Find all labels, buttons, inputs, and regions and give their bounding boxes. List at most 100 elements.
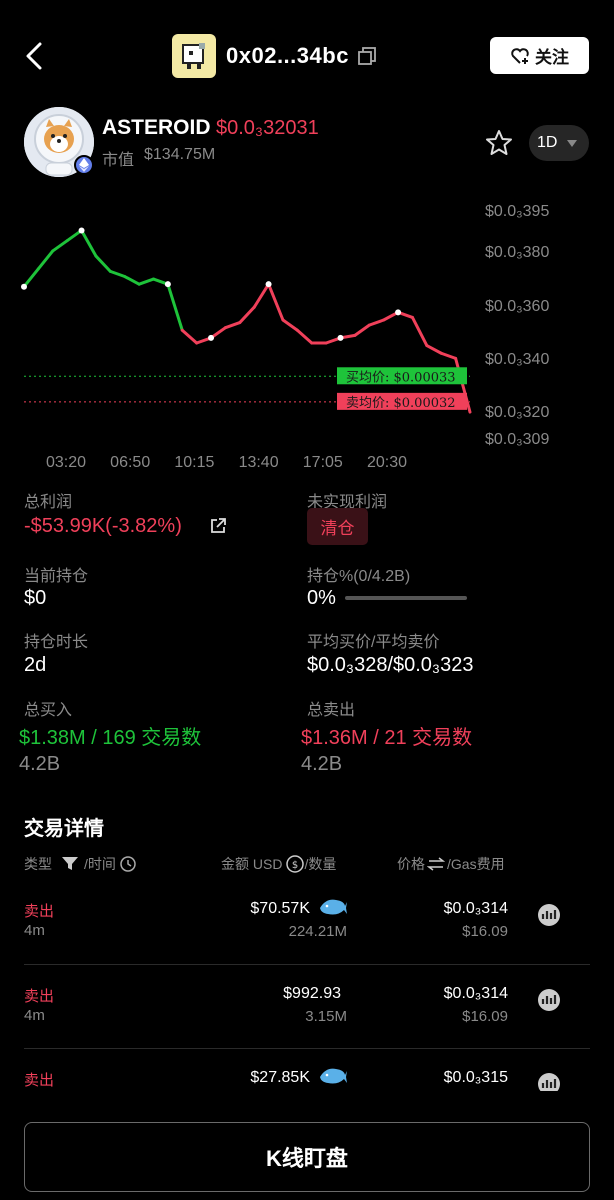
- price-line-segment: [281, 318, 299, 332]
- holding-label: 当前持仓: [24, 568, 89, 585]
- tx-explorer-icon[interactable]: [538, 904, 560, 926]
- avg-buy-tag: 买均价: $0.00033: [346, 370, 456, 385]
- price-line-segment: [108, 269, 127, 279]
- y-tick-label: $0.0₃395: [485, 203, 549, 220]
- trade-marker[interactable]: [164, 281, 171, 288]
- total-buy-value: $1.38M / 169 交易数: [19, 727, 202, 749]
- col-price-label: 价格: [397, 856, 425, 872]
- x-tick-label: 10:15: [174, 454, 214, 471]
- ethereum-chain-icon: [74, 155, 94, 175]
- token-price: $0.0₃32031: [216, 117, 319, 139]
- price-line-segment: [252, 282, 271, 309]
- follow-button[interactable]: 关注: [490, 37, 589, 74]
- price-line-segment: [123, 275, 141, 286]
- price-line-segment: [51, 239, 69, 253]
- price-line-segment: [267, 282, 285, 322]
- col-type-header[interactable]: 类型 /时间: [24, 854, 136, 874]
- chevron-down-icon: [567, 139, 578, 147]
- total-buy-qty: 4.2B: [19, 753, 61, 775]
- token-address: 0x02...34bc: [226, 43, 349, 68]
- tx-explorer-icon[interactable]: [538, 1073, 560, 1091]
- trade-price: $0.0₃314: [443, 985, 508, 1002]
- trade-side: 卖出: [24, 988, 55, 1005]
- kline-watch-button[interactable]: K线盯盘: [24, 1122, 590, 1192]
- trade-amount: $992.93: [283, 985, 341, 1002]
- trade-row[interactable]: 卖出 4m $70.57K 224.21M $0.0₃314 $16.09: [0, 880, 614, 962]
- price-line-segment: [238, 305, 256, 325]
- avg-sell-tag: 卖均价: $0.00032: [346, 396, 456, 411]
- price-line-segment: [166, 282, 184, 332]
- price-line-segment: [94, 254, 112, 273]
- holding-pct-value: 0%: [307, 587, 336, 609]
- heart-plus-icon: [511, 47, 529, 64]
- x-tick-label: 03:20: [46, 454, 86, 471]
- market-cap-label: 市值: [102, 152, 135, 169]
- total-sell-value: $1.36M / 21 交易数: [301, 727, 473, 749]
- price-line-segment: [439, 351, 458, 360]
- back-icon[interactable]: [22, 40, 52, 72]
- svg-text:$: $: [292, 860, 298, 871]
- total-profit-value: -$53.99K(-3.82%): [24, 515, 182, 537]
- share-icon[interactable]: [209, 517, 227, 540]
- trade-amount: $27.85K: [250, 1069, 310, 1086]
- trade-amount: $70.57K: [250, 900, 310, 917]
- clear-position-button[interactable]: 清仓: [307, 508, 368, 545]
- trade-marker[interactable]: [21, 283, 27, 290]
- token-header[interactable]: 0x02...34bc: [172, 34, 377, 78]
- star-icon[interactable]: [484, 128, 514, 158]
- price-chart[interactable]: $0.0₃395 $0.0₃380 $0.0₃360 $0.0₃340 $0.0₃320…: [0, 190, 614, 480]
- price-line-segment: [425, 344, 443, 355]
- top-bar: 0x02...34bc 关注: [0, 0, 614, 110]
- y-tick-label: $0.0₃360: [485, 298, 549, 315]
- swap-arrows-icon[interactable]: [427, 857, 445, 871]
- total-sell-label: 总卖出: [307, 702, 356, 719]
- price-line-segment: [295, 328, 314, 345]
- y-tick-label: $0.0₃320: [485, 404, 549, 421]
- price-line-segment: [180, 328, 199, 345]
- trade-side: 卖出: [24, 903, 55, 920]
- col-price-header[interactable]: 价格 /Gas费用: [397, 854, 505, 874]
- price-line-segment: [223, 321, 242, 330]
- price-line-segment: [367, 318, 386, 327]
- token-pixel-icon: [172, 34, 216, 78]
- trade-gas: $16.09: [462, 923, 508, 940]
- duration-label: 持仓时长: [24, 634, 89, 651]
- copy-icon[interactable]: [357, 46, 377, 66]
- trade-marker[interactable]: [395, 309, 402, 316]
- token-avatar: [24, 107, 94, 177]
- price-line-segment: [22, 267, 40, 289]
- price-line-segment: [137, 277, 155, 286]
- trade-marker[interactable]: [208, 334, 215, 341]
- trade-price: $0.0₃314: [443, 900, 508, 917]
- trade-qty: 224.21M: [288, 923, 347, 940]
- trade-row[interactable]: 卖出 $27.85K $0.0₃315: [0, 1049, 614, 1091]
- col-type-label: 类型: [24, 856, 52, 872]
- trade-marker[interactable]: [265, 281, 272, 288]
- filter-icon[interactable]: [62, 857, 78, 871]
- avg-price-value: $0.0₃328/$0.0₃323: [307, 654, 474, 676]
- y-tick-label: $0.0₃309: [485, 431, 549, 448]
- holding-value: $0: [24, 587, 47, 609]
- tx-explorer-icon[interactable]: [538, 989, 560, 1011]
- trade-age: 4m: [24, 922, 45, 939]
- price-line-segment: [353, 323, 371, 337]
- col-amount-label: 金额 USD: [221, 856, 283, 872]
- total-buy-label: 总买入: [24, 702, 73, 719]
- y-tick-label: $0.0₃380: [485, 244, 549, 261]
- x-tick-label: 20:30: [367, 454, 407, 471]
- col-amount-header[interactable]: 金额 USD $ /数量: [221, 854, 336, 874]
- clock-icon[interactable]: [120, 856, 136, 872]
- trade-side: 卖出: [24, 1072, 55, 1089]
- timeframe-select[interactable]: 1D: [529, 125, 589, 161]
- whale-icon: [318, 894, 348, 918]
- total-profit-label: 总利润: [24, 494, 73, 511]
- holding-pct-label: 持仓%(0/4.2B): [307, 568, 411, 585]
- price-chart-svg: $0.0₃395 $0.0₃380 $0.0₃360 $0.0₃340 $0.0₃320…: [21, 203, 549, 471]
- x-tick-label: 17:05: [303, 454, 343, 471]
- token-name: ASTEROID: [102, 116, 211, 139]
- trade-marker[interactable]: [78, 227, 85, 234]
- total-sell-qty: 4.2B: [301, 753, 343, 775]
- trade-marker[interactable]: [337, 334, 344, 341]
- swap-currency-icon[interactable]: $: [286, 855, 305, 873]
- trade-row[interactable]: 卖出 4m $992.93 3.15M $0.0₃314 $16.09: [0, 965, 614, 1047]
